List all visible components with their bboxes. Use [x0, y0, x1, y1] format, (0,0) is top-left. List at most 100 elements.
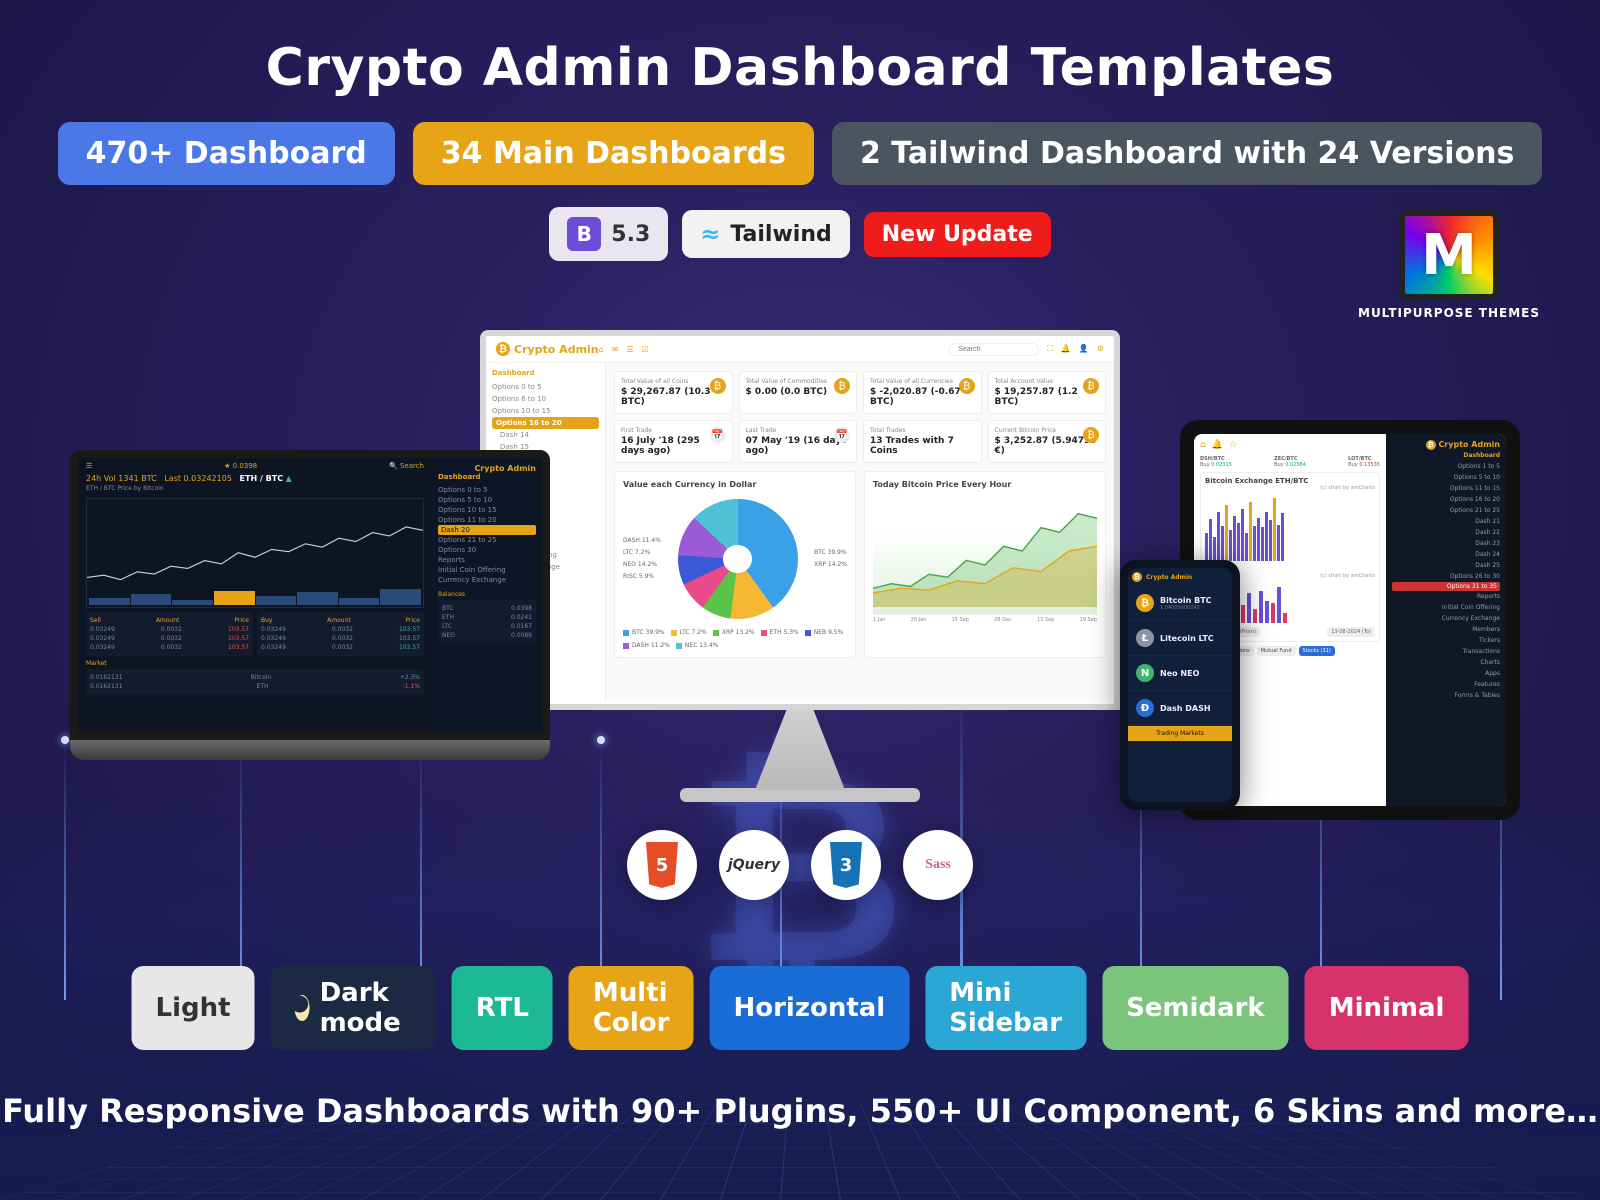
sidebar-item[interactable]: Reports — [1392, 591, 1500, 602]
variant-light: Light — [132, 966, 255, 1050]
chart-title: ETH / BTC Price by Bitcoin — [78, 483, 432, 494]
sidebar-item[interactable]: Tickers — [1392, 635, 1500, 646]
coin-item[interactable]: ĐDash DASH — [1128, 691, 1232, 726]
home-icon[interactable]: ⌂ — [599, 345, 604, 354]
sidebar-item[interactable]: Options 5 to 10 — [1392, 472, 1500, 483]
star-icon[interactable]: ★ 0.0398 — [224, 462, 257, 470]
update-badge: New Update — [864, 212, 1051, 257]
user-icon[interactable]: 👤 — [1079, 344, 1089, 354]
stat-card: Total Account Value$ 19,257.87 (1.2 BTC)… — [988, 371, 1107, 414]
tech-icons-row: 5 jQuery 3 Sass — [627, 830, 973, 900]
sidebar-item[interactable]: Members — [1392, 624, 1500, 635]
sidebar-item[interactable]: Options 30 — [438, 545, 536, 555]
sidebar-item[interactable]: Apps — [1392, 668, 1500, 679]
sidebar-subitem[interactable]: Dash 23 — [1392, 538, 1500, 549]
sidebar-item[interactable]: Reports — [438, 555, 536, 565]
coin-item[interactable]: ₿Bitcoin BTC1.04000000245 — [1128, 586, 1232, 621]
sidebar-item[interactable]: Options 21 to 25 — [1392, 505, 1500, 516]
sidebar-item[interactable]: Options 26 to 30 — [1392, 571, 1500, 582]
sidebar-subitem[interactable]: Dash 25 — [1392, 560, 1500, 571]
update-label: New Update — [882, 222, 1033, 247]
gear-icon[interactable]: ⚙ — [1097, 344, 1104, 354]
brand-logo: MULTIPURPOSE THEMES — [1358, 210, 1540, 320]
buy-table: BuyAmountPrice 0.032490.0032103.57 0.032… — [257, 612, 424, 656]
tab-mutual[interactable]: Mutual Fund — [1257, 646, 1296, 656]
sidebar-subitem[interactable]: Dash 22 — [1392, 527, 1500, 538]
bell-icon[interactable]: 🔔 — [1212, 440, 1223, 450]
panel-title: Bitcoin Exchange ETH/BTC — [1205, 477, 1375, 485]
bitcoin-icon: ₿ — [1132, 572, 1142, 582]
laptop-keyboard — [70, 740, 550, 760]
sidebar-item[interactable]: Options 6 to 10 — [492, 393, 599, 405]
home-icon[interactable]: ⌂ — [1200, 440, 1206, 450]
sidebar-item[interactable]: Features — [1392, 679, 1500, 690]
stat-card: Total Value of all Currencies$ -2,020.87… — [863, 371, 982, 414]
sidebar-item[interactable]: Forms & Tables — [1392, 690, 1500, 701]
tab-stocks[interactable]: Stocks (31) — [1299, 646, 1335, 656]
area-chart — [873, 495, 1097, 615]
panel-title: Value each Currency in Dollar — [623, 480, 847, 489]
calendar-icon: 📅 — [710, 427, 726, 443]
bitcoin-icon: ₿ — [959, 378, 975, 394]
sidebar-item[interactable]: Options 11 to 20 — [438, 515, 536, 525]
bell-icon[interactable]: 🔔 — [1061, 344, 1071, 354]
star-icon[interactable]: ☆ — [1229, 440, 1237, 450]
sidebar-item[interactable]: Options 21 to 25 — [438, 535, 536, 545]
sidebar-item[interactable]: Options 16 to 20 — [1392, 494, 1500, 505]
sidebar-subitem[interactable]: Dash 14 — [492, 429, 599, 441]
tailwind-label: Tailwind — [730, 222, 831, 247]
sidebar-item[interactable]: Options 0 to 5 — [492, 381, 599, 393]
desktop-monitor-mockup: Crypto Admin ⌂ ✉ ☰ ☑ ⛶ 🔔 👤 ⚙ Da — [480, 330, 1120, 802]
stat-card: Total Trades13 Trades with 7 Coins — [863, 420, 982, 463]
sidebar-subitem[interactable]: Dash 21 — [1392, 516, 1500, 527]
sidebar-item[interactable]: Currency Exchange — [438, 575, 536, 585]
bitcoin-icon: ₿ — [710, 378, 726, 394]
task-icon[interactable]: ☑ — [642, 345, 649, 354]
calendar-icon[interactable]: ☰ — [626, 345, 633, 354]
monitor-screen: Crypto Admin ⌂ ✉ ☰ ☑ ⛶ 🔔 👤 ⚙ Da — [480, 330, 1120, 710]
coin-item[interactable]: ŁLitecoin LTC — [1128, 621, 1232, 656]
sidebar-item[interactable]: Options 11 to 15 — [1392, 483, 1500, 494]
sidebar-item[interactable]: Options 10 to 15 — [438, 505, 536, 515]
main-content: Total Value of all Coins$ 29,267.87 (10.… — [606, 363, 1114, 701]
stat-card: Total Value of Commodities$ 0.00 (0.0 BT… — [739, 371, 858, 414]
coin-item[interactable]: NNeo NEO — [1128, 656, 1232, 691]
sidebar-subitem[interactable]: Dash 24 — [1392, 549, 1500, 560]
sidebar-item[interactable]: Options 0 to 5 — [438, 485, 536, 495]
stat-card: Total Value of all Coins$ 29,267.87 (10.… — [614, 371, 733, 414]
sidebar-item[interactable]: Initial Coin Offering — [438, 565, 536, 575]
variant-multicolor: Multi Color — [569, 966, 694, 1050]
variant-semidark: Semidark — [1102, 966, 1289, 1050]
pie-chart — [678, 499, 798, 619]
variant-minimal: Minimal — [1305, 966, 1469, 1050]
pill-main-dashboards: 34 Main Dashboards — [413, 122, 814, 185]
menu-icon[interactable]: ☰ — [86, 462, 92, 470]
sidebar-item-selected[interactable]: Options 31 to 35 — [1392, 582, 1500, 591]
laptop-header: ☰ ★ 0.0398 🔍 Search — [78, 458, 432, 474]
laptop-sidebar: Crypto Admin Dashboard Options 0 to 5 Op… — [432, 458, 542, 732]
sidebar-item-selected[interactable]: Options 16 to 20 — [492, 417, 599, 429]
sidebar-item[interactable]: Transactions — [1392, 646, 1500, 657]
css3-icon: 3 — [811, 830, 881, 900]
jquery-icon: jQuery — [719, 830, 789, 900]
chat-icon[interactable]: ✉ — [612, 345, 619, 354]
date-to[interactable]: 13-08-2024 (To) — [1327, 627, 1375, 637]
expand-icon[interactable]: ⛶ — [1047, 344, 1053, 354]
sidebar-item[interactable]: Options 5 to 10 — [438, 495, 536, 505]
stat-card: Last Trade07 May '19 (16 days ago)📅 — [739, 420, 858, 463]
area-panel: Today Bitcoin Price Every Hour — [864, 471, 1106, 658]
search-icon[interactable]: 🔍 Search — [389, 462, 424, 470]
sidebar-item[interactable]: Initial Coin Offering — [1392, 602, 1500, 613]
bootstrap-version: 5.3 — [611, 222, 650, 247]
sidebar-item-selected[interactable]: Dash 20 — [438, 525, 536, 535]
price-chart — [86, 498, 424, 608]
sidebar-item[interactable]: Currency Exchange — [1392, 613, 1500, 624]
search-input[interactable] — [949, 343, 1039, 356]
laptop-screen: ☰ ★ 0.0398 🔍 Search 24h Vol 1341 BTC Las… — [70, 450, 550, 740]
pie-legend: BTC 39.9% LTC 7.2% XRP 13.2% ETH 5.3% NE… — [623, 629, 847, 649]
sidebar-item[interactable]: Options 10 to 15 — [492, 405, 599, 417]
sidebar-item[interactable]: Options 1 to 5 — [1392, 461, 1500, 472]
trading-pair-bar: 24h Vol 1341 BTC Last 0.03242105 ETH / B… — [78, 474, 432, 483]
market-table: 0.0162131Bitcoin+2.3% 0.0162131ETH-1.1% — [86, 669, 424, 695]
sidebar-item[interactable]: Charts — [1392, 657, 1500, 668]
